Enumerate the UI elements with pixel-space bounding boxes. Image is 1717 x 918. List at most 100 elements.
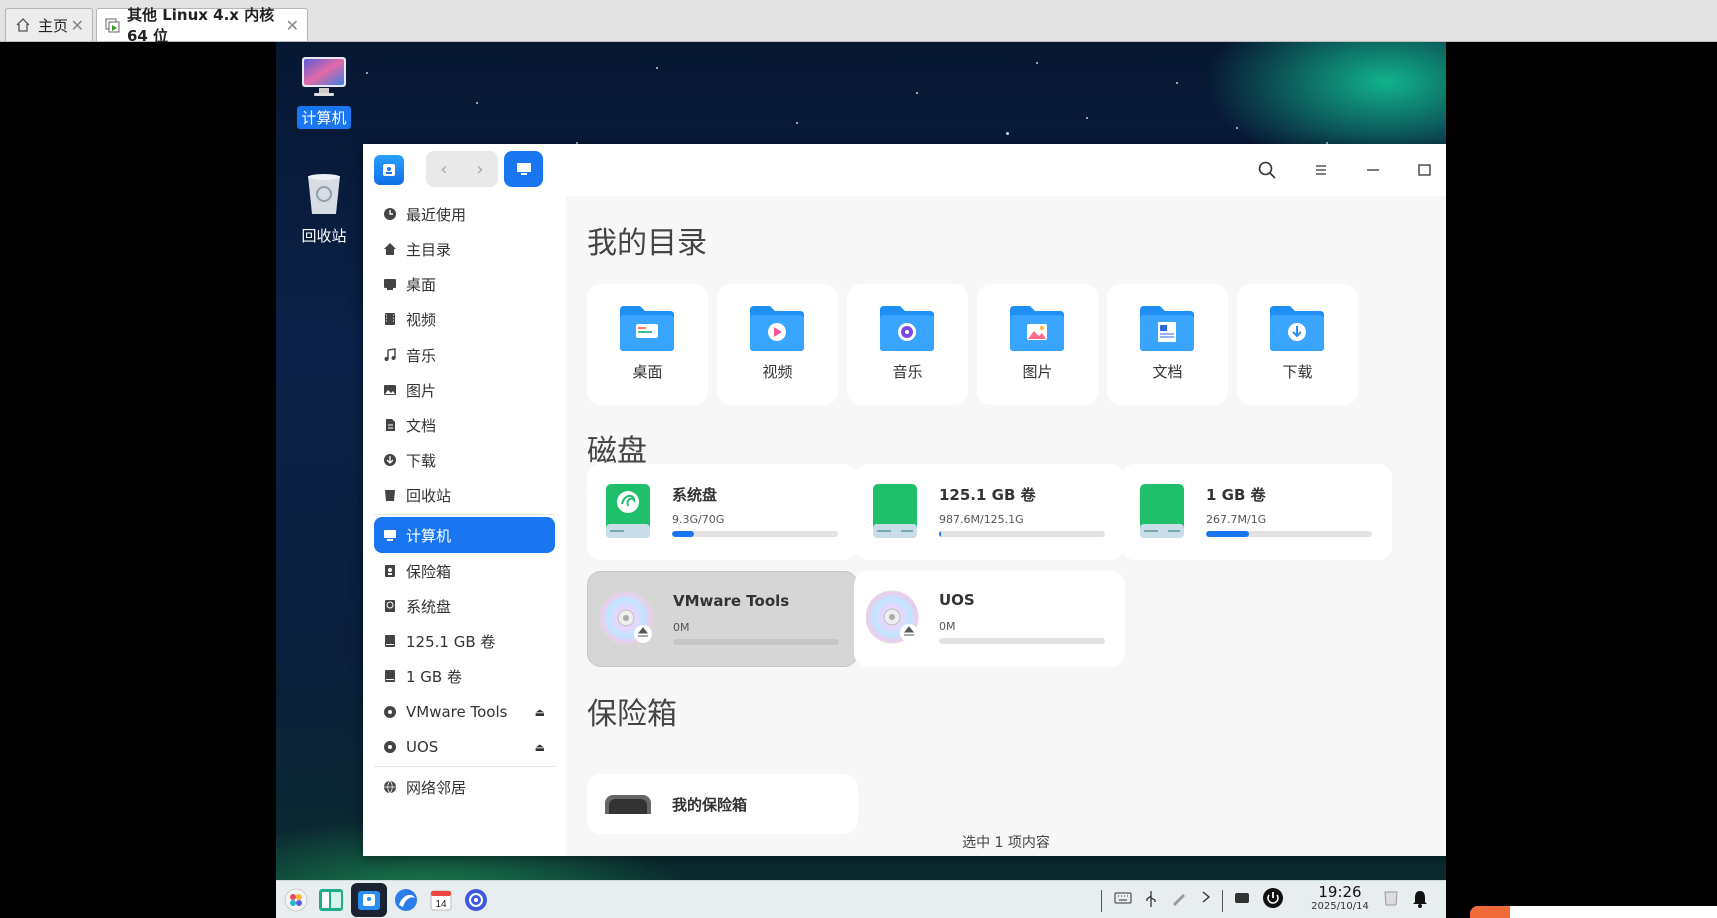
notification-bell-icon[interactable] [1412, 890, 1428, 912]
disk-usage-text: 0M [939, 620, 956, 633]
settings-icon[interactable] [461, 885, 491, 915]
status-bar: 选中 1 项内容 [962, 835, 1050, 851]
disk-usage-text: 0M [673, 621, 690, 634]
sidebar-item-network[interactable]: 网络邻居 [374, 769, 555, 805]
desktop-folder-icon [618, 304, 676, 352]
close-icon[interactable]: ✕ [286, 16, 299, 35]
onscreen-keyboard-icon[interactable] [1234, 890, 1250, 908]
close-icon[interactable]: ✕ [71, 16, 84, 35]
sidebar-item-label: 1 GB 卷 [406, 667, 462, 686]
download-icon [382, 452, 398, 468]
browser-icon[interactable] [391, 885, 421, 915]
sidebar-item-label: VMware Tools [406, 703, 508, 721]
sidebar-item-music[interactable]: 音乐 [374, 337, 555, 373]
file-manager-icon[interactable] [351, 883, 387, 917]
sidebar-item-trash[interactable]: 回收站 [374, 477, 555, 513]
vm-tab-home[interactable]: 主页 ✕ [5, 8, 93, 41]
multitasking-icon[interactable] [316, 885, 346, 915]
eject-icon[interactable]: ⏏ [535, 706, 545, 719]
pictures-folder-icon [1008, 304, 1066, 352]
chevron-right-icon[interactable] [1201, 890, 1211, 908]
directory-card[interactable]: 桌面 [587, 284, 708, 405]
directory-card[interactable]: 视频 [717, 284, 838, 405]
network-icon [382, 779, 398, 795]
sidebar-item-desktop[interactable]: 桌面 [374, 266, 555, 302]
desktop-icon-computer[interactable]: 计算机 [292, 56, 356, 129]
sidebar-item-volume-125[interactable]: 125.1 GB 卷 [374, 623, 555, 659]
floating-widget[interactable] [1470, 906, 1717, 918]
vault-icon [382, 563, 398, 579]
sidebar-item-downloads[interactable]: 下载 [374, 442, 555, 478]
sidebar: 最近使用 主目录 桌面 视频 音乐 图片 文档 下载 回收站 计算机 保险箱 系… [363, 196, 566, 856]
disk-usage-bar [672, 531, 838, 537]
forward-icon[interactable]: › [462, 151, 498, 187]
directory-card[interactable]: 图片 [977, 284, 1098, 405]
computer-icon [516, 163, 531, 175]
eject-icon[interactable]: ⏏ [535, 741, 545, 754]
menu-icon[interactable] [1303, 152, 1339, 188]
section-title-my-directories: 我的目录 [587, 226, 707, 261]
directory-card[interactable]: 文档 [1107, 284, 1228, 405]
disk-card[interactable]: VMware Tools 0M [587, 571, 858, 667]
sidebar-item-label: 下载 [406, 451, 437, 470]
directory-label: 视频 [762, 363, 793, 381]
file-manager-window: ‹ › 最近使用 主目录 桌面 视频 音乐 图片 文档 下载 回收站 计算机 保… [363, 144, 1446, 856]
disk-card[interactable]: 系统盘 9.3G/70G [587, 464, 858, 560]
keyboard-icon[interactable] [1114, 890, 1132, 908]
vm-tab-linux[interactable]: 其他 Linux 4.x 内核 64 位 ✕ [96, 6, 308, 45]
disk-name: UOS [939, 591, 975, 609]
disk-usage-text: 9.3G/70G [672, 513, 725, 526]
minimize-icon[interactable] [1355, 152, 1391, 188]
sidebar-item-vault[interactable]: 保险箱 [374, 553, 555, 589]
back-icon[interactable]: ‹ [426, 151, 462, 187]
maximize-icon[interactable] [1406, 152, 1442, 188]
disk-usage-fill [939, 531, 941, 537]
directory-label: 图片 [1022, 363, 1053, 381]
disk-card[interactable]: 1 GB 卷 267.7M/1G [1121, 464, 1392, 560]
sidebar-item-label: 125.1 GB 卷 [406, 632, 496, 651]
optical-disc-icon [865, 589, 924, 647]
breadcrumb-computer[interactable] [504, 151, 543, 187]
launcher-icon[interactable] [281, 885, 311, 915]
desktop-icon-trash[interactable]: 回收站 [292, 172, 356, 247]
video-icon [382, 311, 398, 327]
sidebar-item-volume-1gb[interactable]: 1 GB 卷 [374, 658, 555, 694]
disk-name: VMware Tools [673, 592, 790, 610]
vault-card[interactable]: 我的保险箱 [587, 774, 858, 834]
optical-disc-icon [599, 590, 658, 648]
disk-card[interactable]: UOS 0M [854, 571, 1125, 667]
vault-icon [604, 794, 652, 825]
sidebar-item-documents[interactable]: 文档 [374, 407, 555, 443]
document-icon [382, 417, 398, 433]
trash-icon[interactable] [1384, 890, 1398, 910]
sidebar-item-system-disk[interactable]: 系统盘 [374, 588, 555, 624]
power-icon[interactable] [1262, 887, 1284, 913]
sidebar-item-home[interactable]: 主目录 [374, 231, 555, 267]
sidebar-item-computer[interactable]: 计算机 [374, 517, 555, 553]
search-icon[interactable] [1249, 152, 1285, 188]
directory-card[interactable]: 音乐 [847, 284, 968, 405]
disk-icon [871, 482, 919, 540]
usb-icon[interactable] [1144, 890, 1158, 912]
calendar-icon[interactable]: 14 [426, 885, 456, 915]
trash-icon [382, 487, 398, 503]
disk-card[interactable]: 125.1 GB 卷 987.6M/125.1G [854, 464, 1125, 560]
sidebar-item-label: 音乐 [406, 346, 437, 365]
sidebar-item-uos[interactable]: UOS ⏏ [374, 729, 555, 765]
sidebar-item-label: 保险箱 [406, 562, 452, 581]
sidebar-item-recent[interactable]: 最近使用 [374, 196, 555, 232]
directory-label: 桌面 [632, 363, 663, 381]
disk-usage-bar [939, 638, 1105, 644]
pen-icon[interactable] [1171, 890, 1187, 910]
sidebar-item-pictures[interactable]: 图片 [374, 372, 555, 408]
sidebar-item-label: 系统盘 [406, 597, 452, 616]
taskbar-divider [1101, 890, 1102, 912]
sidebar-item-video[interactable]: 视频 [374, 301, 555, 337]
clock[interactable]: 19:26 2025/10/14 [1308, 883, 1372, 912]
vm-tab-label: 主页 [38, 16, 69, 35]
disk-usage-bar [673, 639, 839, 645]
directory-card[interactable]: 下载 [1237, 284, 1358, 405]
sidebar-item-label: 回收站 [406, 486, 452, 505]
sidebar-item-vmware-tools[interactable]: VMware Tools ⏏ [374, 694, 555, 730]
documents-folder-icon [1138, 304, 1196, 352]
